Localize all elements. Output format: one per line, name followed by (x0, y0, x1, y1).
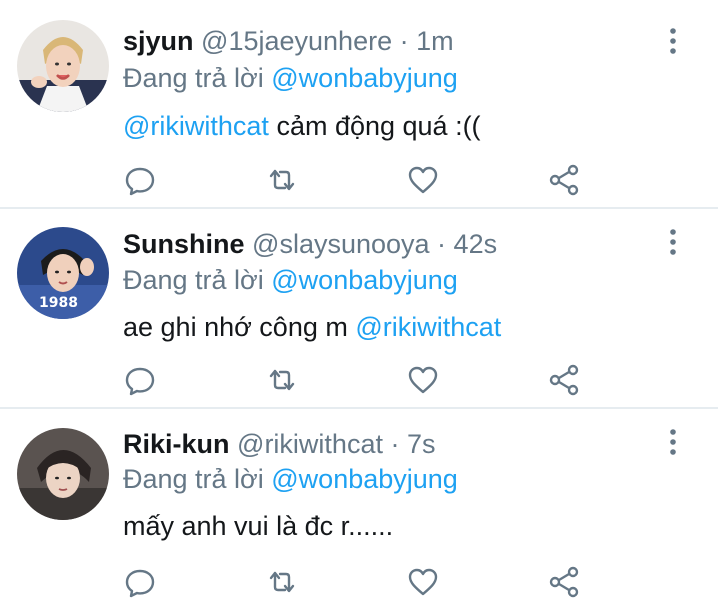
more-vertical-icon[interactable] (664, 27, 682, 55)
reply-timeline: sjyun @15jaeyunhere · 1m Đang trả lời @w… (0, 0, 718, 608)
tweet-1[interactable]: sjyun @15jaeyunhere · 1m Đang trả lời @w… (0, 0, 718, 209)
text-before: ae ghi nhớ công m (123, 312, 356, 342)
share-icon[interactable] (547, 565, 581, 599)
avatar[interactable] (17, 428, 109, 520)
action-bar (0, 363, 718, 397)
handle[interactable]: @slaysunooya (252, 229, 430, 259)
reply-context: Đang trả lời @wonbabyjung (123, 463, 458, 495)
separator: · (382, 429, 407, 459)
reply-bubble-icon[interactable] (123, 363, 157, 397)
mention-link[interactable]: @rikiwithcat (123, 111, 269, 141)
action-bar (0, 565, 718, 599)
mention-link[interactable]: @rikiwithcat (355, 312, 501, 342)
display-name[interactable]: Sunshine (123, 229, 245, 259)
reply-prefix: Đang trả lời (123, 464, 272, 494)
handle[interactable]: @rikiwithcat (237, 429, 383, 459)
tweet-header: Riki-kun @rikiwithcat · 7s (123, 428, 436, 460)
handle[interactable]: @15jaeyunhere (201, 26, 392, 56)
separator: · (392, 26, 417, 56)
tweet-text: @rikiwithcat cảm động quá :(( (123, 110, 481, 142)
reply-context: Đang trả lời @wonbabyjung (123, 264, 458, 296)
heart-icon[interactable] (406, 363, 440, 397)
timestamp: 42s (453, 229, 498, 259)
share-icon[interactable] (547, 363, 581, 397)
text-after: cảm động quá :(( (268, 111, 481, 141)
separator: · (429, 229, 454, 259)
divider (0, 207, 718, 209)
avatar[interactable]: 1988 (17, 227, 109, 319)
svg-text:1988: 1988 (39, 295, 78, 311)
action-bar (0, 163, 718, 197)
reply-prefix: Đang trả lời (123, 63, 272, 93)
divider (0, 407, 718, 409)
timestamp: 7s (406, 429, 436, 459)
share-icon[interactable] (547, 163, 581, 197)
retweet-icon[interactable] (265, 163, 299, 197)
reply-to-mention[interactable]: @wonbabyjung (271, 464, 458, 494)
timestamp: 1m (416, 26, 454, 56)
retweet-icon[interactable] (265, 565, 299, 599)
reply-prefix: Đang trả lời (123, 265, 272, 295)
tweet-header: sjyun @15jaeyunhere · 1m (123, 25, 454, 57)
more-vertical-icon[interactable] (664, 228, 682, 256)
reply-to-mention[interactable]: @wonbabyjung (271, 63, 458, 93)
retweet-icon[interactable] (265, 363, 299, 397)
reply-context: Đang trả lời @wonbabyjung (123, 62, 458, 94)
tweet-text: mấy anh vui là đc r...... (123, 510, 393, 542)
reply-to-mention[interactable]: @wonbabyjung (271, 265, 458, 295)
heart-icon[interactable] (406, 565, 440, 599)
tweet-header: Sunshine @slaysunooya · 42s (123, 228, 497, 260)
display-name[interactable]: sjyun (123, 26, 194, 56)
heart-icon[interactable] (406, 163, 440, 197)
avatar[interactable] (17, 20, 109, 112)
text-before: mấy anh vui là đc r...... (123, 511, 394, 541)
more-vertical-icon[interactable] (664, 428, 682, 456)
display-name[interactable]: Riki-kun (123, 429, 230, 459)
reply-bubble-icon[interactable] (123, 565, 157, 599)
reply-bubble-icon[interactable] (123, 163, 157, 197)
tweet-text: ae ghi nhớ công m @rikiwithcat (123, 311, 501, 343)
